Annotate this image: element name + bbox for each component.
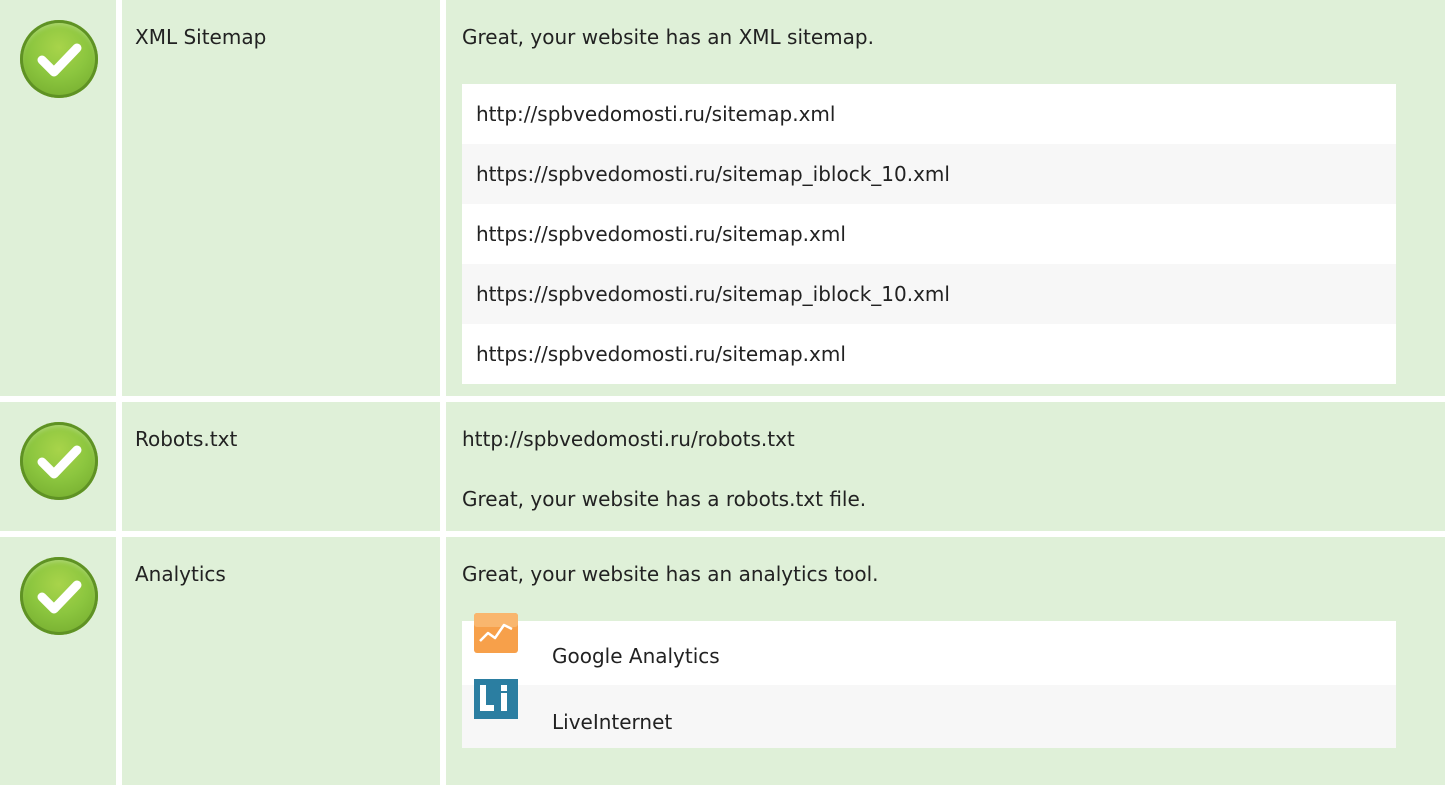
check-row-xml-sitemap: XML Sitemap Great, your website has an X… <box>0 0 1445 396</box>
sitemap-url[interactable]: https://spbvedomosti.ru/sitemap_iblock_1… <box>476 161 950 187</box>
check-circle-icon <box>20 422 98 500</box>
check-name-cell: XML Sitemap <box>122 0 440 396</box>
result-message: Great, your website has a robots.txt fil… <box>462 487 867 511</box>
sitemap-url[interactable]: https://spbvedomosti.ru/sitemap_iblock_1… <box>476 281 950 307</box>
sitemap-url[interactable]: http://spbvedomosti.ru/sitemap.xml <box>476 101 835 127</box>
list-item: https://spbvedomosti.ru/sitemap.xml <box>462 324 1396 384</box>
list-item: LiveInternet <box>462 679 1396 748</box>
check-name-cell: Robots.txt <box>122 402 440 531</box>
check-circle-icon <box>20 20 98 98</box>
status-cell <box>0 537 116 785</box>
list-item: http://spbvedomosti.ru/sitemap.xml <box>462 84 1396 144</box>
check-name: Analytics <box>135 562 226 586</box>
check-row-robots-txt: Robots.txt http://spbvedomosti.ru/robots… <box>0 402 1445 531</box>
check-result-cell: Great, your website has an analytics too… <box>446 537 1445 785</box>
status-cell <box>0 402 116 531</box>
check-result-cell: Great, your website has an XML sitemap. … <box>446 0 1445 396</box>
list-item: https://spbvedomosti.ru/sitemap.xml <box>462 204 1396 264</box>
list-item: https://spbvedomosti.ru/sitemap_iblock_1… <box>462 144 1396 204</box>
check-name: Robots.txt <box>135 427 238 451</box>
check-circle-icon <box>20 557 98 635</box>
sitemap-url[interactable]: https://spbvedomosti.ru/sitemap.xml <box>476 341 846 367</box>
list-item: https://spbvedomosti.ru/sitemap_iblock_1… <box>462 264 1396 324</box>
result-message: Great, your website has an XML sitemap. <box>462 25 874 49</box>
status-cell <box>0 0 116 396</box>
liveinternet-icon <box>474 679 518 719</box>
tool-label: Google Analytics <box>552 644 720 668</box>
check-result-cell: http://spbvedomosti.ru/robots.txt Great,… <box>446 402 1445 531</box>
check-row-analytics: Analytics Great, your website has an ana… <box>0 537 1445 785</box>
sitemap-url[interactable]: https://spbvedomosti.ru/sitemap.xml <box>476 221 846 247</box>
tool-label: LiveInternet <box>552 710 673 734</box>
analytics-tools-list: Google Analytics LiveInternet <box>462 613 1396 748</box>
google-analytics-icon <box>474 613 518 653</box>
result-message: Great, your website has an analytics too… <box>462 562 879 586</box>
robots-url[interactable]: http://spbvedomosti.ru/robots.txt <box>462 426 795 452</box>
check-name-cell: Analytics <box>122 537 440 785</box>
check-name: XML Sitemap <box>135 25 267 49</box>
list-item: Google Analytics <box>462 613 1396 685</box>
sitemap-list: http://spbvedomosti.ru/sitemap.xml https… <box>462 84 1396 384</box>
